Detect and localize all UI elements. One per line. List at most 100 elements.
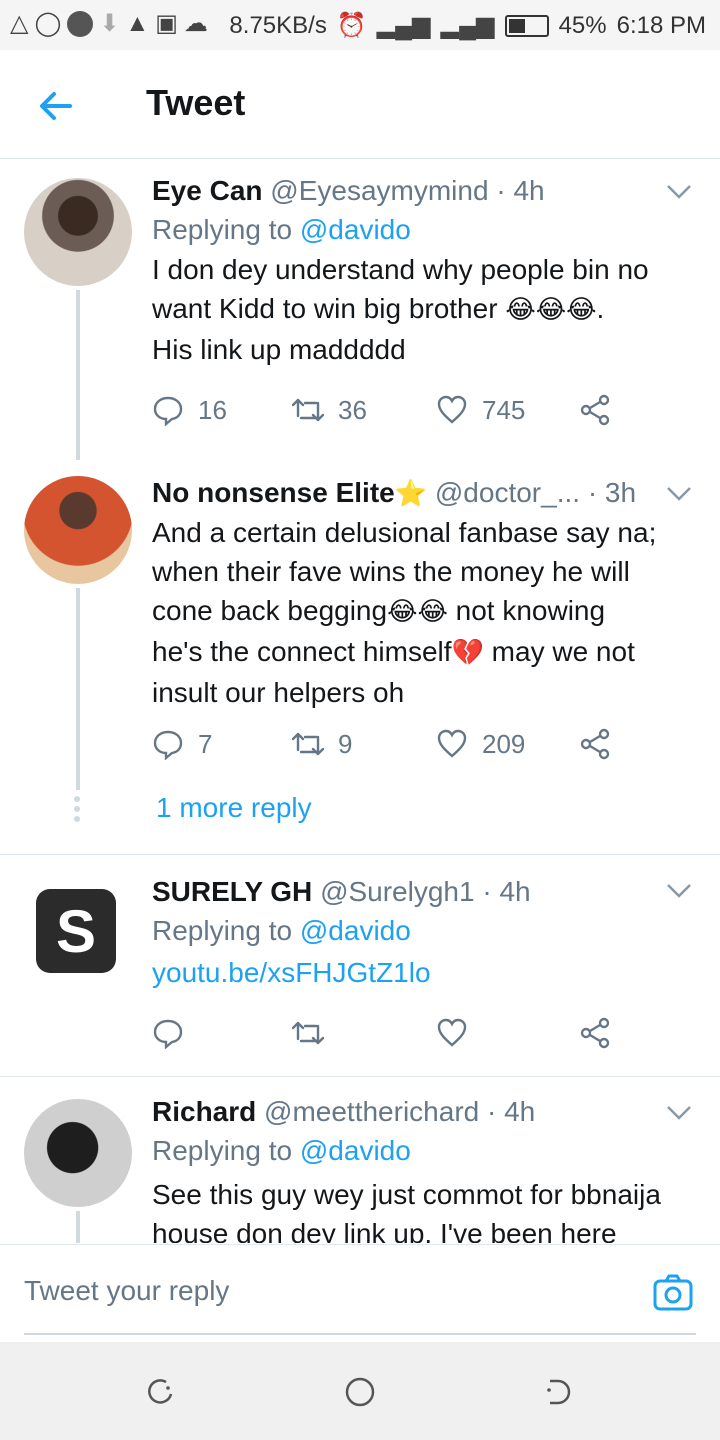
emoji: 💔 — [451, 638, 484, 668]
chevron-down-icon[interactable] — [666, 1105, 692, 1121]
share-button[interactable] — [580, 728, 612, 760]
share-button[interactable] — [580, 394, 612, 426]
mention-link[interactable]: @davido — [300, 1135, 411, 1166]
retweet-icon — [292, 732, 324, 756]
retweet-icon — [292, 1021, 324, 1045]
download-icon: ⬇ — [99, 10, 120, 37]
reply-button[interactable] — [152, 1017, 184, 1049]
author-name[interactable]: Eye Can — [152, 175, 263, 206]
camera-icon[interactable] — [652, 1273, 694, 1315]
replying-to: Replying to @davido — [152, 214, 411, 245]
thread-line — [76, 588, 80, 790]
retweet-count: 36 — [338, 394, 367, 425]
author-handle[interactable]: @doctor_... — [435, 477, 580, 508]
reply-icon — [153, 396, 183, 426]
retweet-button[interactable]: 36 — [292, 394, 367, 426]
app-header: Tweet — [0, 50, 720, 159]
reply-input[interactable]: Tweet your reply — [24, 1275, 229, 1307]
tweet-text: And a certain delusional fanbase say na;… — [152, 517, 657, 708]
author-name[interactable]: No nonsense Elite — [152, 477, 395, 508]
star-emoji: ⭐ — [394, 479, 428, 509]
tweet-time: 3h — [604, 477, 637, 508]
tweet-time: 4h — [504, 1096, 536, 1127]
wifi-icon: ▂▄▆ — [440, 12, 495, 39]
dot-icon — [67, 11, 94, 37]
chevron-down-icon[interactable] — [666, 486, 692, 502]
tweet-text: See this guy wey just commot for bbnaija… — [152, 1179, 661, 1243]
heart-icon — [437, 729, 467, 758]
reply-count: 7 — [198, 728, 213, 759]
thread-line — [76, 290, 80, 460]
retweet-icon — [292, 398, 324, 422]
alert-icon: ▲ — [125, 10, 150, 37]
author-handle[interactable]: @Surelygh1 — [320, 876, 475, 907]
mention-link[interactable]: @davido — [300, 915, 411, 946]
tweet[interactable]: Richard @meettherichard · 4h Replying to… — [0, 1077, 720, 1243]
retweet-button[interactable] — [292, 1017, 324, 1049]
replying-to: Replying to @davido — [152, 915, 411, 946]
cloud-icon: ☁ — [183, 10, 208, 37]
share-icon — [580, 1017, 610, 1049]
author-name[interactable]: SURELY GH — [152, 876, 312, 907]
retweet-button[interactable]: 9 — [292, 728, 352, 760]
alarm-icon: ⏰ — [336, 12, 367, 39]
emoji: 😂😂😂 — [505, 295, 597, 325]
thread-line — [76, 1211, 80, 1243]
battery-percent: 45% — [558, 12, 607, 39]
author-handle[interactable]: @meettherichard — [264, 1096, 479, 1127]
warning-triangle-icon: △ — [10, 10, 29, 37]
chevron-down-icon[interactable] — [666, 184, 692, 200]
heart-icon — [437, 395, 467, 424]
clock: 6:18 PM — [616, 12, 706, 39]
like-button[interactable]: 745 — [436, 394, 525, 426]
reply-count: 16 — [198, 394, 227, 425]
whatsapp-icon: ◯ — [34, 10, 62, 37]
signal-icon: ▂▄▆ — [376, 12, 431, 39]
tweet-time: 4h — [499, 876, 531, 907]
emoji: 😂😂 — [387, 597, 448, 627]
avatar[interactable] — [24, 178, 132, 286]
battery-icon — [504, 15, 549, 37]
tweet[interactable]: S SURELY GH @Surelygh1 · 4h Replying to … — [0, 855, 720, 1075]
share-button[interactable] — [580, 1017, 612, 1049]
author-handle[interactable]: @Eyesaymymind — [270, 175, 488, 206]
back-arrow-icon[interactable] — [36, 86, 76, 126]
avatar-letter: S — [55, 897, 97, 965]
page-title: Tweet — [146, 82, 246, 123]
status-bar: △ ◯ ⬇ ▲ ▣ ☁ 8.75KB/s ⏰ ▂▄▆ ▂▄▆ 45% 6:18 … — [0, 0, 720, 50]
heart-icon — [437, 1018, 467, 1047]
system-nav-bar — [0, 1342, 720, 1440]
image-icon: ▣ — [155, 10, 178, 37]
tweet-text: I don dey understand why people bin no w… — [152, 254, 649, 365]
input-underline — [24, 1333, 696, 1335]
chevron-down-icon[interactable] — [666, 883, 692, 899]
reply-composer[interactable]: Tweet your reply — [0, 1244, 720, 1343]
share-icon — [580, 394, 610, 426]
tweet-time: 4h — [513, 175, 545, 206]
retweet-count: 9 — [338, 728, 353, 759]
like-button[interactable]: 209 — [436, 728, 525, 760]
home-icon[interactable] — [344, 1376, 376, 1408]
reply-button[interactable]: 7 — [152, 728, 212, 760]
like-button[interactable] — [436, 1017, 468, 1049]
tweet[interactable]: Eye Can @Eyesaymymind · 4h Replying to @… — [0, 160, 720, 460]
avatar[interactable]: S — [36, 889, 116, 973]
more-replies-link[interactable]: 1 more reply — [156, 792, 312, 824]
like-count: 745 — [482, 394, 526, 425]
author-name[interactable]: Richard — [152, 1096, 256, 1127]
reply-button[interactable]: 16 — [152, 394, 227, 426]
avatar[interactable] — [24, 476, 132, 584]
tweet[interactable]: No nonsense Elite⭐ @doctor_... · 3h And … — [0, 460, 720, 854]
share-icon — [580, 728, 610, 760]
mention-link[interactable]: @davido — [300, 214, 411, 245]
like-count: 209 — [482, 728, 526, 759]
reply-icon — [153, 1019, 183, 1049]
back-icon[interactable] — [544, 1376, 576, 1408]
reply-icon — [153, 730, 183, 760]
network-speed: 8.75KB/s — [229, 12, 327, 39]
recent-apps-icon[interactable] — [144, 1376, 176, 1408]
tweet-link[interactable]: youtu.be/xsFHJGtZ1lo — [152, 957, 431, 988]
avatar[interactable] — [24, 1099, 132, 1207]
replying-to: Replying to @davido — [152, 1135, 411, 1166]
more-reply-dots — [74, 796, 82, 826]
